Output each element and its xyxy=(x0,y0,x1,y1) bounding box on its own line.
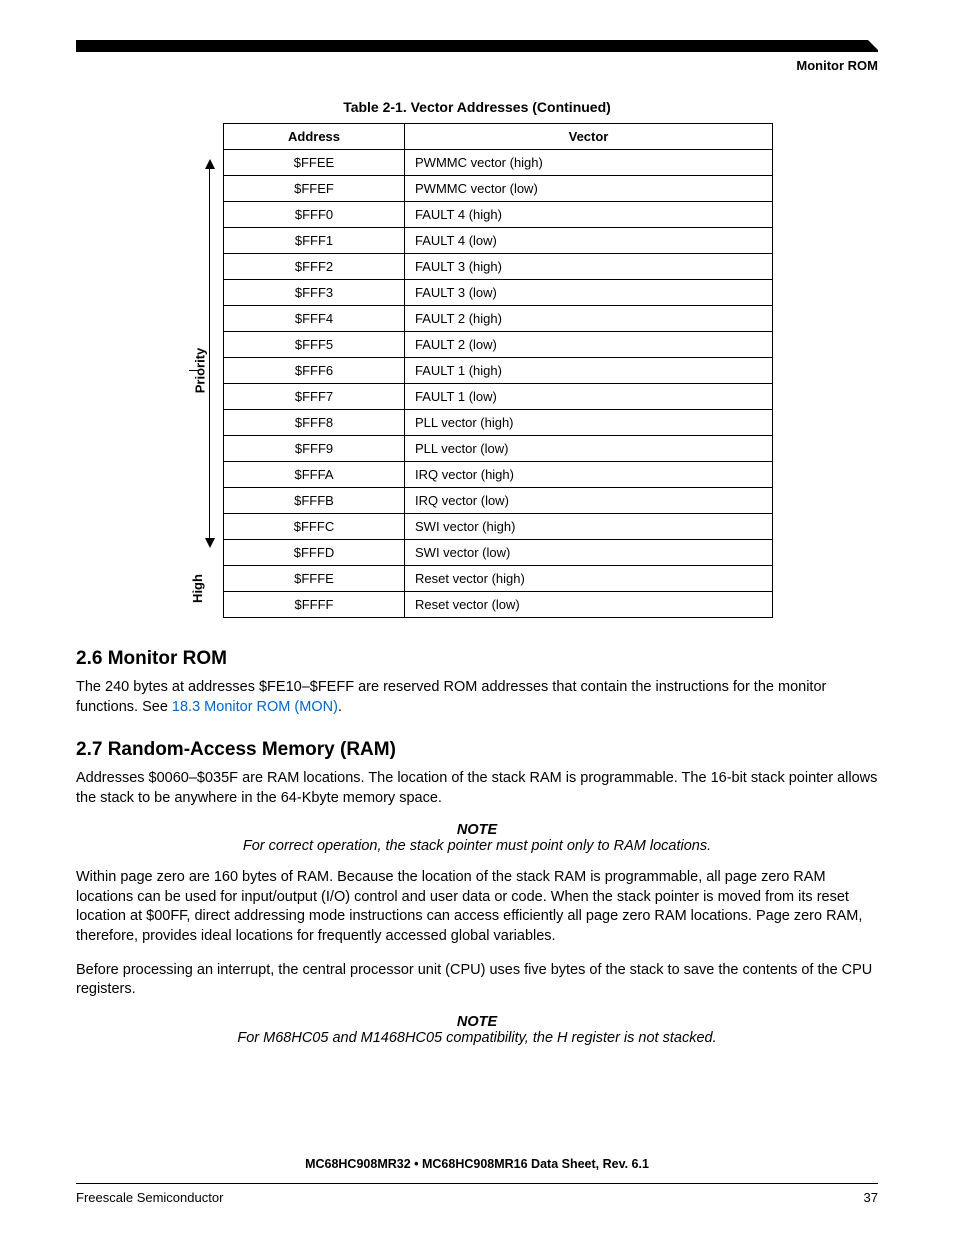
note-body-1: For correct operation, the stack pointer… xyxy=(76,838,878,854)
cell-vector: FAULT 1 (low) xyxy=(405,384,773,410)
table-row: $FFF3FAULT 3 (low) xyxy=(224,280,773,306)
table-row: $FFF7FAULT 1 (low) xyxy=(224,384,773,410)
cell-vector: PLL vector (low) xyxy=(405,436,773,462)
cell-vector: FAULT 3 (low) xyxy=(405,280,773,306)
cell-address: $FFF7 xyxy=(224,384,405,410)
header-bar xyxy=(76,40,878,52)
cell-address: $FFF4 xyxy=(224,306,405,332)
cell-address: $FFF6 xyxy=(224,358,405,384)
cell-vector: PLL vector (high) xyxy=(405,410,773,436)
footer-doc-title: MC68HC908MR32 • MC68HC908MR16 Data Sheet… xyxy=(76,1157,878,1171)
cell-address: $FFF3 xyxy=(224,280,405,306)
col-address: Address xyxy=(224,124,405,150)
cell-address: $FFFD xyxy=(224,540,405,566)
paragraph-2-7-3: Before processing an interrupt, the cent… xyxy=(76,961,878,1000)
cell-vector: FAULT 4 (low) xyxy=(405,228,773,254)
table-row: $FFF5FAULT 2 (low) xyxy=(224,332,773,358)
note-body-2: For M68HC05 and M1468HC05 compatibility,… xyxy=(76,1030,878,1046)
cell-address: $FFEF xyxy=(224,176,405,202)
cell-vector: IRQ vector (low) xyxy=(405,488,773,514)
cell-vector: PWMMC vector (high) xyxy=(405,150,773,176)
text: . xyxy=(338,699,342,715)
table-row: $FFF0FAULT 4 (high) xyxy=(224,202,773,228)
cell-vector: FAULT 2 (high) xyxy=(405,306,773,332)
header-section-label: Monitor ROM xyxy=(76,58,878,73)
cell-address: $FFF1 xyxy=(224,228,405,254)
cell-address: $FFF2 xyxy=(224,254,405,280)
cell-vector: IRQ vector (high) xyxy=(405,462,773,488)
cell-address: $FFFC xyxy=(224,514,405,540)
note-heading-1: NOTE xyxy=(76,822,878,838)
cell-vector: PWMMC vector (low) xyxy=(405,176,773,202)
high-label: High xyxy=(190,574,205,603)
cell-vector: Reset vector (high) xyxy=(405,566,773,592)
paragraph-2-6: The 240 bytes at addresses $FE10–$FEFF a… xyxy=(76,678,878,717)
table-caption: Table 2-1. Vector Addresses (Continued) xyxy=(76,99,878,115)
footer-rule xyxy=(76,1183,878,1184)
footer-company: Freescale Semiconductor xyxy=(76,1190,223,1205)
table-row: $FFF8PLL vector (high) xyxy=(224,410,773,436)
cell-vector: SWI vector (low) xyxy=(405,540,773,566)
paragraph-2-7-1: Addresses $0060–$035F are RAM locations.… xyxy=(76,769,878,808)
priority-arrow: Priority High xyxy=(181,123,223,618)
cell-address: $FFFF xyxy=(224,592,405,618)
cell-address: $FFFA xyxy=(224,462,405,488)
table-row: $FFFDSWI vector (low) xyxy=(224,540,773,566)
heading-2-6: 2.6 Monitor ROM xyxy=(76,648,878,670)
paragraph-2-7-2: Within page zero are 160 bytes of RAM. B… xyxy=(76,868,878,946)
vector-addresses-table: Address Vector $FFEEPWMMC vector (high)$… xyxy=(223,123,773,618)
table-row: $FFEEPWMMC vector (high) xyxy=(224,150,773,176)
cell-vector: FAULT 2 (low) xyxy=(405,332,773,358)
col-vector: Vector xyxy=(405,124,773,150)
cell-address: $FFF8 xyxy=(224,410,405,436)
footer-page-number: 37 xyxy=(864,1190,878,1205)
cell-address: $FFFE xyxy=(224,566,405,592)
cell-vector: FAULT 1 (high) xyxy=(405,358,773,384)
table-row: $FFFCSWI vector (high) xyxy=(224,514,773,540)
table-row: $FFF9PLL vector (low) xyxy=(224,436,773,462)
cell-address: $FFF5 xyxy=(224,332,405,358)
cell-address: $FFF0 xyxy=(224,202,405,228)
cell-vector: SWI vector (high) xyxy=(405,514,773,540)
priority-label: Priority xyxy=(192,348,207,394)
table-row: $FFF4FAULT 2 (high) xyxy=(224,306,773,332)
table-row: $FFFBIRQ vector (low) xyxy=(224,488,773,514)
table-row: $FFF6FAULT 1 (high) xyxy=(224,358,773,384)
table-row: $FFFAIRQ vector (high) xyxy=(224,462,773,488)
note-heading-2: NOTE xyxy=(76,1014,878,1030)
cell-address: $FFF9 xyxy=(224,436,405,462)
table-row: $FFF1FAULT 4 (low) xyxy=(224,228,773,254)
table-row: $FFF2FAULT 3 (high) xyxy=(224,254,773,280)
cell-vector: Reset vector (low) xyxy=(405,592,773,618)
cell-vector: FAULT 4 (high) xyxy=(405,202,773,228)
cell-vector: FAULT 3 (high) xyxy=(405,254,773,280)
table-row: $FFFFReset vector (low) xyxy=(224,592,773,618)
table-row: $FFEFPWMMC vector (low) xyxy=(224,176,773,202)
cell-address: $FFEE xyxy=(224,150,405,176)
cell-address: $FFFB xyxy=(224,488,405,514)
table-row: $FFFEReset vector (high) xyxy=(224,566,773,592)
link-monitor-rom[interactable]: 18.3 Monitor ROM (MON) xyxy=(172,699,338,715)
heading-2-7: 2.7 Random-Access Memory (RAM) xyxy=(76,739,878,761)
